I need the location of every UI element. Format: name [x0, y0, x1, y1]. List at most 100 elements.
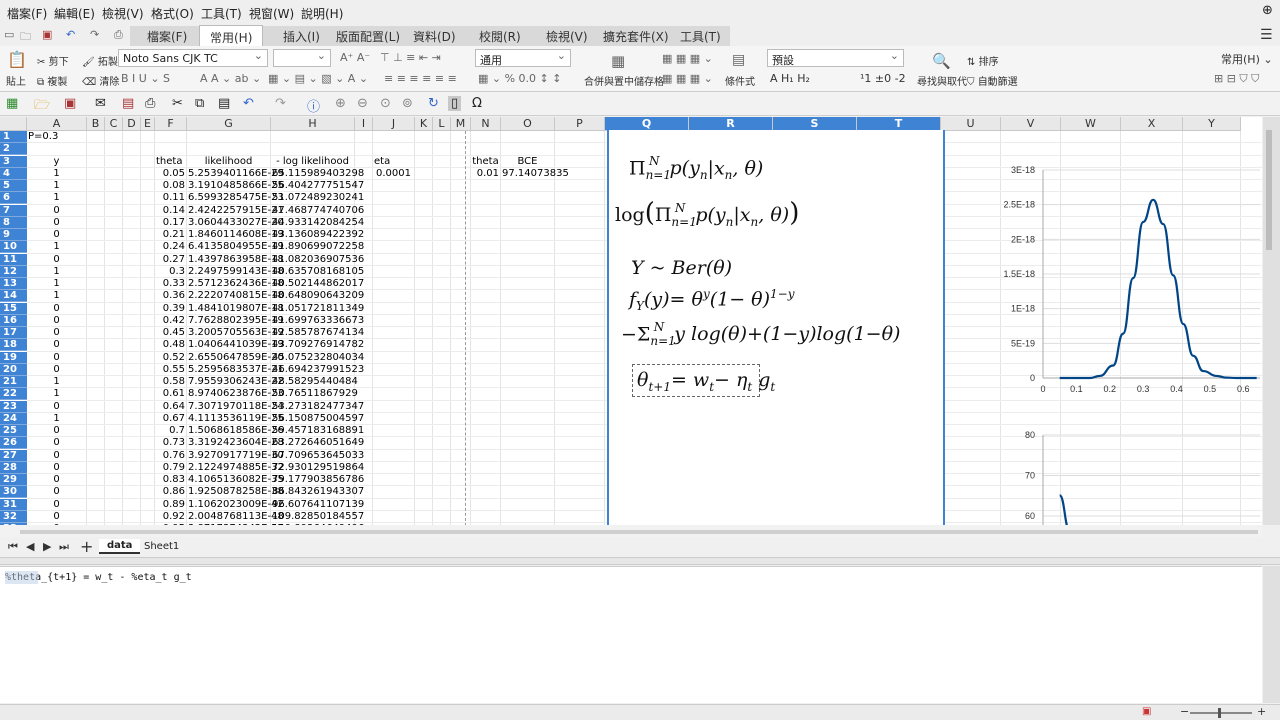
cell-neg-log-likelihood[interactable]: 40.648090643209 — [272, 290, 364, 302]
row-header-12[interactable]: 12 — [0, 265, 27, 278]
column-header-e[interactable]: E — [141, 117, 155, 131]
cell-theta[interactable]: 0.64 — [156, 401, 185, 413]
row-header-15[interactable]: 15 — [0, 302, 27, 315]
zoom-100-icon[interactable]: ⊙ — [380, 96, 391, 111]
cell-neg-log-likelihood[interactable]: 41.082036907536 — [272, 254, 364, 266]
cell-neg-log-likelihood[interactable]: 50.76511867929 — [272, 388, 358, 400]
cell-theta[interactable]: 0.27 — [156, 254, 185, 266]
cell-likelihood[interactable]: 1.9250878258E-38 — [188, 486, 284, 498]
cell-y[interactable]: 1 — [28, 168, 85, 180]
zoom-fit-icon[interactable]: ⊚ — [402, 96, 413, 111]
ribbon-home-dropdown[interactable]: 常用(H) ⌄ — [1221, 51, 1273, 67]
cell-header-likelihood[interactable]: likelihood — [188, 156, 269, 168]
cell-likelihood[interactable]: 1.4397863958E-18 — [188, 254, 284, 266]
tab-home[interactable]: 常用(H) — [199, 25, 264, 46]
column-header-l[interactable]: L — [433, 117, 451, 131]
tab-page-layout[interactable]: 版面配置(L) — [336, 28, 400, 45]
cell-y[interactable]: 0 — [28, 229, 85, 241]
column-header-b[interactable]: B — [87, 117, 105, 131]
find-icon[interactable]: 🔍 — [932, 52, 951, 70]
row-header-26[interactable]: 26 — [0, 437, 27, 450]
cell-y[interactable]: 0 — [28, 450, 85, 462]
cell-header-bce[interactable]: BCE — [502, 156, 553, 168]
cell-neg-log-likelihood[interactable]: 44.933142084254 — [272, 217, 364, 229]
cell-neg-log-likelihood[interactable]: 41.699763336673 — [272, 315, 364, 327]
cell-theta[interactable]: 0.76 — [156, 450, 185, 462]
cut-toolbar-icon[interactable]: ✂ — [172, 96, 183, 111]
column-header-o[interactable]: O — [501, 117, 555, 131]
cell-y[interactable]: 0 — [28, 327, 85, 339]
cell-y[interactable]: 1 — [28, 376, 85, 388]
cell-theta[interactable]: 0.14 — [156, 205, 185, 217]
row-header-25[interactable]: 25 — [0, 425, 27, 437]
pdf-icon[interactable]: ▤ — [122, 96, 134, 111]
conditional-button[interactable]: 條件式 — [725, 73, 755, 88]
zoom-out-icon[interactable]: ⊖ — [357, 96, 368, 111]
cell-bce-value[interactable]: 97.14073835 — [502, 168, 569, 180]
number-format-combo[interactable]: 通用 — [475, 49, 571, 67]
cell-y[interactable]: 0 — [28, 437, 85, 449]
paste-toolbar-icon[interactable]: ▤ — [218, 96, 230, 111]
row-header-16[interactable]: 16 — [0, 314, 27, 327]
row-header-8[interactable]: 8 — [0, 216, 27, 229]
column-header-i[interactable]: I — [355, 117, 373, 131]
column-header-c[interactable]: C — [105, 117, 123, 131]
copy-button[interactable]: ⧉ 複製 — [37, 73, 67, 88]
cell-y[interactable]: 0 — [28, 401, 85, 413]
tab-review[interactable]: 校閱(R) — [479, 28, 521, 45]
cell-y[interactable]: 1 — [28, 413, 85, 425]
cell-theta[interactable]: 0.83 — [156, 474, 185, 486]
copy-toolbar-icon[interactable]: ⧉ — [195, 96, 204, 111]
cell-likelihood[interactable]: 3.0604433027E-20 — [188, 217, 284, 229]
formula-object[interactable]: Πn=1N p(yn|xn, θ) log(Πn=1N p(yn|xn, θ)) Y… — [607, 130, 945, 525]
find-replace-button[interactable]: 尋找與取代 — [917, 73, 967, 88]
cell-y[interactable]: 1 — [28, 290, 85, 302]
cell-neg-log-likelihood[interactable]: 42.585787674134 — [272, 327, 364, 339]
autofilter-button[interactable]: ⛉ 自動篩選 — [967, 73, 1018, 88]
cell-theta[interactable]: 0.61 — [156, 388, 185, 400]
cell-likelihood[interactable]: 1.1062023009E-42 — [188, 499, 284, 511]
first-sheet-icon[interactable]: ⏮ — [8, 540, 18, 554]
row-header-24[interactable]: 24 — [0, 412, 27, 425]
tab-data[interactable]: 資料(D) — [413, 28, 456, 45]
cell-neg-log-likelihood[interactable]: 72.930129519864 — [272, 462, 364, 474]
zoom-in-icon[interactable]: ⊕ — [335, 96, 346, 111]
row-col-icons[interactable]: ▦ ▦ ▦ ⌄ — [662, 52, 713, 65]
zoom-in-status-icon[interactable]: + — [1257, 705, 1266, 718]
cell-y[interactable]: 0 — [28, 511, 85, 523]
cell-y[interactable]: 1 — [28, 241, 85, 253]
cell-header-neg-log-likelihood[interactable]: - log likelihood — [272, 156, 353, 168]
cell-theta[interactable]: 0.08 — [156, 180, 185, 192]
cell-y[interactable]: 0 — [28, 315, 85, 327]
cell-theta[interactable]: 0.48 — [156, 339, 185, 351]
cell-likelihood[interactable]: 5.2539401166E-29 — [188, 168, 284, 180]
zoom-slider-thumb[interactable] — [1218, 708, 1221, 718]
next-sheet-icon[interactable]: ▶ — [43, 540, 51, 553]
menu-help[interactable]: 說明(H) — [301, 5, 343, 22]
redo-icon[interactable]: ↷ — [90, 28, 99, 41]
heading-icons[interactable]: A H₁ H₂ — [770, 72, 810, 85]
cell-y[interactable]: 0 — [28, 474, 85, 486]
row-header-14[interactable]: 14 — [0, 290, 27, 303]
cell-neg-log-likelihood[interactable]: 46.694237991523 — [272, 364, 364, 376]
cell-neg-log-likelihood[interactable]: 41.890699072258 — [272, 241, 364, 253]
cell-theta[interactable]: 0.21 — [156, 229, 185, 241]
cell-likelihood[interactable]: 2.0048768113E-48 — [188, 511, 284, 523]
cell-theta[interactable]: 0.7 — [156, 425, 185, 437]
add-sheet-icon[interactable]: + — [80, 537, 93, 556]
cell-y[interactable]: 0 — [28, 364, 85, 376]
last-sheet-icon[interactable]: ⏭ — [59, 540, 69, 554]
select-all-corner[interactable] — [0, 117, 27, 131]
menu-file[interactable]: 檔案(F) — [7, 5, 47, 22]
cell-theta[interactable]: 0.36 — [156, 290, 185, 302]
cell-y[interactable]: 0 — [28, 462, 85, 474]
cell-theta[interactable]: 0.17 — [156, 217, 185, 229]
merge-center-button[interactable]: 合併與置中儲存格 — [584, 73, 664, 88]
cell-neg-log-likelihood[interactable]: 96.607641107139 — [272, 499, 364, 511]
undo-icon[interactable]: ↶ — [66, 28, 75, 41]
cell-theta[interactable]: 0.39 — [156, 303, 185, 315]
cell-likelihood[interactable]: 6.4135804955E-19 — [188, 241, 284, 253]
cell-header-y[interactable]: y — [28, 156, 85, 168]
column-header-w[interactable]: W — [1061, 117, 1121, 131]
row-header-18[interactable]: 18 — [0, 339, 27, 352]
